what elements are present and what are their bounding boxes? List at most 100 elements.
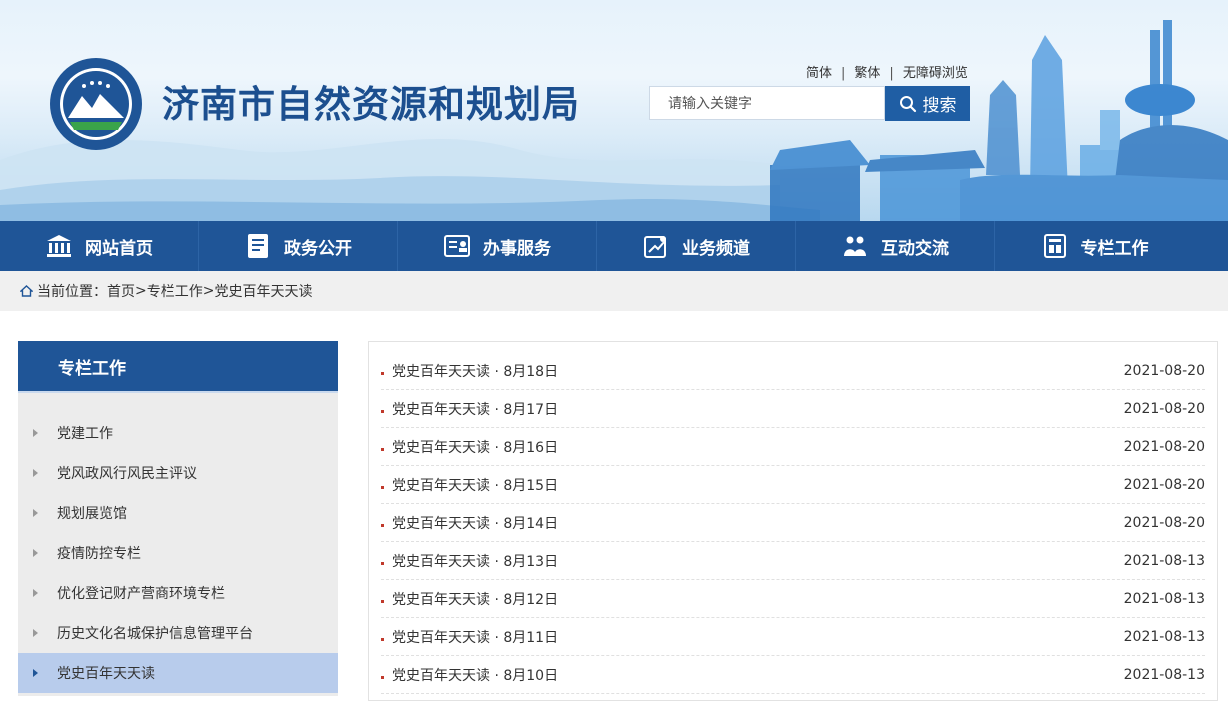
bank-icon [45, 232, 73, 260]
list-item-title-wrap: 党史百年天天读 · 8月17日 [381, 399, 558, 419]
nav-label: 政务公开 [284, 238, 352, 259]
sidebar-item-business-environment[interactable]: 优化登记财产营商环境专栏 [18, 573, 338, 613]
sidebar-item-historic-city[interactable]: 历史文化名城保护信息管理平台 [18, 613, 338, 653]
sidebar-item-party-building[interactable]: 党建工作 [18, 413, 338, 453]
bullet-icon [381, 524, 384, 527]
main-nav: 网站首页 政务公开 办事服务 业务频道 互动交流 专栏工作 [0, 221, 1228, 271]
search-icon [899, 95, 916, 112]
article-list-panel: 党史百年天天读 · 8月18日 2021-08-20 党史百年天天读 · 8月17… [368, 341, 1218, 701]
nav-label: 办事服务 [483, 238, 551, 259]
nav-item-business-channel[interactable]: 业务频道 [597, 221, 796, 271]
list-item-title-wrap: 党史百年天天读 · 8月10日 [381, 665, 558, 685]
bureau-logo[interactable] [48, 56, 144, 152]
site-title: 济南市自然资源和规划局 [162, 83, 580, 126]
article-title[interactable]: 党史百年天天读 · 8月17日 [392, 399, 558, 419]
traditional-chinese-link[interactable]: 繁体 [854, 66, 880, 81]
breadcrumb: 当前位置： 首页 > 专栏工作 > 党史百年天天读 [0, 271, 1228, 311]
article-title[interactable]: 党史百年天天读 · 8月14日 [392, 513, 558, 533]
article-date: 2021-08-20 [1123, 514, 1205, 531]
bullet-icon [381, 638, 384, 641]
breadcrumb-current[interactable]: 党史百年天天读 [214, 281, 312, 301]
breadcrumb-special-column[interactable]: 专栏工作 [147, 281, 203, 301]
article-title[interactable]: 党史百年天天读 · 8月10日 [392, 665, 558, 685]
search-button-label: 搜索 [922, 96, 957, 116]
triangle-right-icon [33, 509, 38, 517]
list-item[interactable]: 党史百年天天读 · 8月16日 2021-08-20 [381, 428, 1205, 466]
language-links: 简体 | 繁体 | 无障碍浏览 [806, 62, 968, 81]
sidebar-item-epidemic-prevention[interactable]: 疫情防控专栏 [18, 533, 338, 573]
article-title[interactable]: 党史百年天天读 · 8月13日 [392, 551, 558, 571]
search-button[interactable]: 搜索 [885, 86, 970, 121]
article-date: 2021-08-20 [1123, 400, 1205, 417]
nav-item-special-column[interactable]: 专栏工作 [995, 221, 1194, 271]
nav-item-interaction[interactable]: 互动交流 [796, 221, 995, 271]
sidebar-item-party-history[interactable]: 党史百年天天读 [18, 653, 338, 693]
article-date: 2021-08-20 [1123, 362, 1205, 379]
sidebar-item-label: 历史文化名城保护信息管理平台 [57, 626, 253, 642]
triangle-right-icon [33, 589, 38, 597]
sidebar-item-conduct-review[interactable]: 党风政风行风民主评议 [18, 453, 338, 493]
sidebar-item-label: 优化登记财产营商环境专栏 [57, 586, 225, 602]
search-input[interactable] [666, 87, 890, 121]
sidebar: 专栏工作 党建工作 党风政风行风民主评议 规划展览馆 疫情防控专栏 优化登记财产… [18, 341, 338, 696]
list-item-title-wrap: 党史百年天天读 · 8月16日 [381, 437, 558, 457]
list-item[interactable]: 党史百年天天读 · 8月14日 2021-08-20 [381, 504, 1205, 542]
list-item-title-wrap: 党史百年天天读 · 8月11日 [381, 627, 558, 647]
triangle-right-icon [33, 469, 38, 477]
nav-item-government-affairs[interactable]: 政务公开 [199, 221, 398, 271]
nav-label: 互动交流 [881, 238, 949, 259]
list-item-title-wrap: 党史百年天天读 · 8月14日 [381, 513, 558, 533]
breadcrumb-home[interactable]: 首页 [107, 281, 135, 301]
list-item[interactable]: 党史百年天天读 · 8月15日 2021-08-20 [381, 466, 1205, 504]
article-date: 2021-08-13 [1123, 666, 1205, 683]
bullet-icon [381, 486, 384, 489]
article-title[interactable]: 党史百年天天读 · 8月16日 [392, 437, 558, 457]
sidebar-item-label: 党建工作 [57, 426, 113, 442]
simplified-chinese-link[interactable]: 简体 [806, 66, 832, 81]
bullet-icon [381, 600, 384, 603]
site-header: 济南市自然资源和规划局 简体 | 繁体 | 无障碍浏览 搜索 [0, 0, 1228, 221]
article-list: 党史百年天天读 · 8月18日 2021-08-20 党史百年天天读 · 8月17… [369, 342, 1217, 694]
home-icon [20, 285, 33, 297]
bullet-icon [381, 372, 384, 375]
sidebar-item-planning-exhibition[interactable]: 规划展览馆 [18, 493, 338, 533]
list-item[interactable]: 党史百年天天读 · 8月18日 2021-08-20 [381, 352, 1205, 390]
people-icon [841, 232, 869, 260]
list-item-title-wrap: 党史百年天天读 · 8月18日 [381, 361, 558, 381]
list-item[interactable]: 党史百年天天读 · 8月12日 2021-08-13 [381, 580, 1205, 618]
sidebar-title: 专栏工作 [18, 341, 338, 393]
triangle-right-icon [33, 669, 38, 677]
article-date: 2021-08-20 [1123, 476, 1205, 493]
list-item[interactable]: 党史百年天天读 · 8月11日 2021-08-13 [381, 618, 1205, 656]
list-item[interactable]: 党史百年天天读 · 8月17日 2021-08-20 [381, 390, 1205, 428]
breadcrumb-prefix: 当前位置： [37, 284, 107, 300]
article-title[interactable]: 党史百年天天读 · 8月12日 [392, 589, 558, 609]
list-item-title-wrap: 党史百年天天读 · 8月13日 [381, 551, 558, 571]
article-title[interactable]: 党史百年天天读 · 8月15日 [392, 475, 558, 495]
accessibility-link[interactable]: 无障碍浏览 [903, 66, 968, 81]
triangle-right-icon [33, 429, 38, 437]
triangle-right-icon [33, 629, 38, 637]
search-box [649, 86, 890, 121]
nav-item-home[interactable]: 网站首页 [0, 221, 199, 271]
breadcrumb-separator: > [202, 283, 215, 299]
list-item[interactable]: 党史百年天天读 · 8月10日 2021-08-13 [381, 656, 1205, 694]
article-date: 2021-08-13 [1123, 628, 1205, 645]
sidebar-list: 党建工作 党风政风行风民主评议 规划展览馆 疫情防控专栏 优化登记财产营商环境专… [18, 393, 338, 693]
nav-label: 专栏工作 [1080, 238, 1149, 259]
article-date: 2021-08-20 [1123, 438, 1205, 455]
column-icon [1041, 232, 1069, 260]
breadcrumb-separator: > [135, 283, 147, 299]
list-item-title-wrap: 党史百年天天读 · 8月15日 [381, 475, 558, 495]
nav-item-services[interactable]: 办事服务 [398, 221, 597, 271]
nav-label: 业务频道 [682, 238, 750, 259]
bullet-icon [381, 410, 384, 413]
map-icon [642, 232, 670, 260]
article-date: 2021-08-13 [1123, 552, 1205, 569]
list-item[interactable]: 党史百年天天读 · 8月13日 2021-08-13 [381, 542, 1205, 580]
article-title[interactable]: 党史百年天天读 · 8月18日 [392, 361, 558, 381]
service-icon [443, 232, 471, 260]
article-title[interactable]: 党史百年天天读 · 8月11日 [392, 627, 558, 647]
sidebar-item-label: 疫情防控专栏 [57, 546, 141, 562]
separator: | [841, 66, 846, 81]
